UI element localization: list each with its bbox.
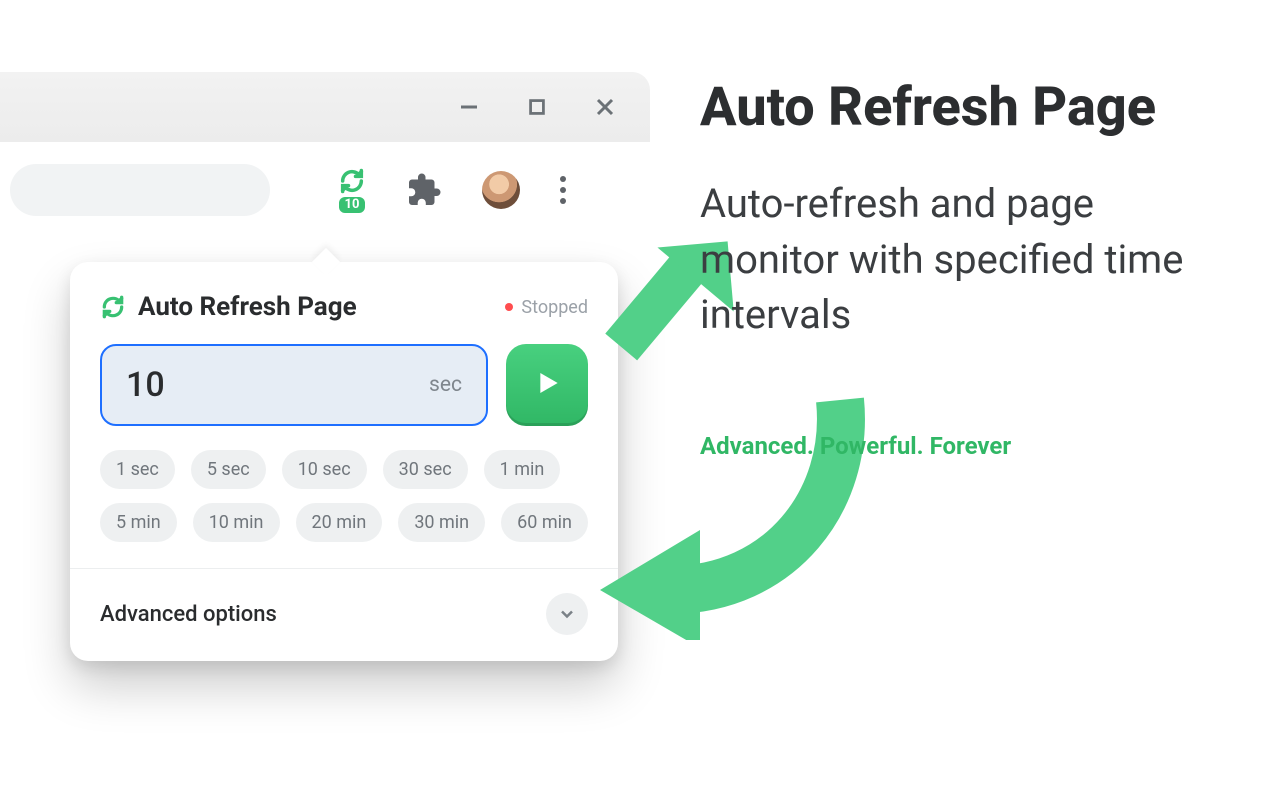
extension-badge: 10: [339, 197, 366, 213]
browser-menu-button[interactable]: [560, 176, 566, 204]
window-close-button[interactable]: [590, 92, 620, 122]
preset-chips: 1 sec 5 sec 10 sec 30 sec 1 min 5 min 10…: [100, 450, 588, 542]
play-icon: [531, 367, 563, 403]
preset-chip[interactable]: 5 sec: [191, 450, 266, 489]
window-titlebar: [0, 72, 650, 142]
interval-value: 10: [126, 365, 165, 405]
status-indicator: Stopped: [505, 297, 588, 318]
marketing-panel: Auto Refresh Page Auto-refresh and page …: [700, 78, 1240, 460]
preset-chip[interactable]: 30 sec: [383, 450, 468, 489]
preset-chip[interactable]: 5 min: [100, 503, 177, 542]
extensions-menu-icon[interactable]: [406, 172, 442, 208]
refresh-icon: [100, 294, 126, 320]
window-maximize-button[interactable]: [522, 92, 552, 122]
status-label: Stopped: [521, 297, 588, 318]
popup-title: Auto Refresh Page: [138, 292, 357, 322]
extension-icon[interactable]: 10: [338, 167, 366, 213]
profile-avatar[interactable]: [482, 171, 520, 209]
interval-input[interactable]: 10 sec: [100, 344, 488, 426]
preset-chip[interactable]: 60 min: [501, 503, 588, 542]
browser-window: 10: [0, 72, 650, 238]
marketing-description: Auto-refresh and page monitor with speci…: [700, 176, 1240, 342]
marketing-tagline: Advanced. Powerful. Forever: [700, 432, 1240, 460]
extension-popup: Auto Refresh Page Stopped 10 sec 1 sec 5…: [70, 262, 618, 661]
window-minimize-button[interactable]: [454, 92, 484, 122]
interval-unit: sec: [429, 373, 462, 397]
preset-chip[interactable]: 1 min: [484, 450, 561, 489]
start-button[interactable]: [506, 344, 588, 426]
status-dot-icon: [505, 303, 513, 311]
marketing-title: Auto Refresh Page: [700, 78, 1240, 138]
advanced-options-toggle[interactable]: Advanced options: [70, 568, 618, 661]
preset-chip[interactable]: 1 sec: [100, 450, 175, 489]
browser-toolbar: 10: [0, 142, 650, 238]
chevron-down-icon: [546, 593, 588, 635]
preset-chip[interactable]: 30 min: [398, 503, 485, 542]
preset-chip[interactable]: 20 min: [296, 503, 383, 542]
preset-chip[interactable]: 10 sec: [282, 450, 367, 489]
refresh-icon: [338, 167, 366, 195]
advanced-options-label: Advanced options: [100, 602, 277, 627]
address-bar[interactable]: [10, 164, 270, 216]
preset-chip[interactable]: 10 min: [193, 503, 280, 542]
